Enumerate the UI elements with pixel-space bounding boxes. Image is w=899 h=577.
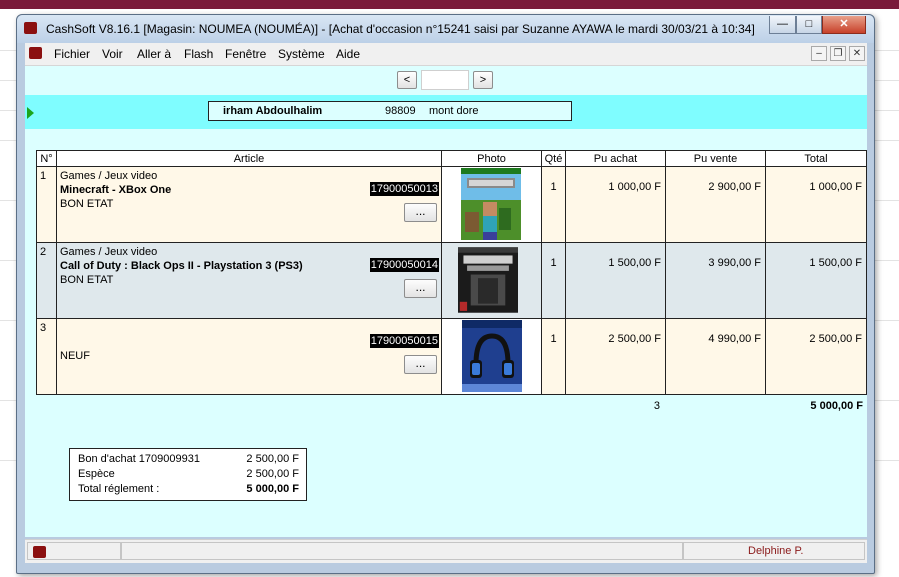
payment-total-value: 5 000,00 F [246,483,299,495]
payment-value: 2 500,00 F [246,453,299,465]
header-pu-achat[interactable]: Pu achat [565,150,666,167]
background-app-band [0,0,899,9]
row-pu-vente: 4 990,00 F [708,333,761,345]
status-user-cell: Delphine P. [683,542,865,560]
row-index: 1 [40,170,47,182]
menu-aller-a[interactable]: Aller à [137,47,171,61]
menu-voir[interactable]: Voir [102,47,123,61]
customer-box[interactable]: irham Abdoulhalim 98809 mont dore [208,101,572,121]
next-record-button[interactable]: > [473,71,493,89]
row-pu-achat: 2 500,00 F [608,333,661,345]
app-logo-icon[interactable] [24,22,37,34]
row-title: Minecraft - XBox One [60,184,172,196]
row-condition: NEUF [60,350,90,362]
menu-fichier[interactable]: Fichier [54,47,90,61]
row-details-button[interactable]: ... [404,203,437,222]
table-row[interactable]: 2 Games / Jeux video Call of Duty : Blac… [36,242,867,319]
payment-summary: Bon d'achat 1709009931 2 500,00 F Espèce… [69,448,307,501]
customer-city: mont dore [429,105,479,117]
grand-total: 5 000,00 F [810,400,863,412]
mdi-minimize-button[interactable]: – [811,46,827,61]
payment-label: Espèce [78,468,115,480]
menu-aide[interactable]: Aide [336,47,360,61]
customer-name: irham Abdoulhalim [223,105,323,117]
status-bar: Delphine P. [25,539,867,563]
customer-postcode: 98809 [385,105,416,117]
row-total: 1 000,00 F [809,181,862,193]
row-condition: BON ETAT [60,274,114,286]
mdi-document-icon[interactable] [29,47,42,59]
payment-total-label: Total réglement : [78,483,160,495]
row-qty: 1 [550,333,557,345]
row-qty: 1 [550,257,557,269]
payment-label: Bon d'achat 1709009931 [78,453,200,465]
purchase-form: < > irham Abdoulhalim 98809 mont dore N°… [25,66,867,537]
row-condition: BON ETAT [60,198,114,210]
row-index: 3 [40,322,47,334]
status-user: Delphine P. [748,545,804,557]
row-pu-achat: 1 000,00 F [608,181,661,193]
headset-box[interactable] [462,320,522,392]
menu-fenetre[interactable]: Fenêtre [225,47,266,61]
row-pu-achat: 1 500,00 F [608,257,661,269]
minecraft-cover[interactable] [461,168,521,240]
title-bar[interactable]: CashSoft V8.16.1 [Magasin: NOUMEA (NOUMÉ… [17,15,874,43]
previous-record-button[interactable]: < [397,71,417,89]
row-index: 2 [40,246,47,258]
close-button[interactable]: ✕ [822,16,866,34]
header-index[interactable]: N° [36,150,57,167]
row-total: 2 500,00 F [809,333,862,345]
green-arrow-icon [27,107,34,119]
row-barcode[interactable]: 17900050014 [369,258,439,272]
status-logo-icon [33,546,46,558]
status-message-cell [121,542,683,560]
row-barcode[interactable]: 17900050015 [369,334,439,348]
row-details-button[interactable]: ... [404,355,437,374]
header-qty[interactable]: Qté [541,150,566,167]
record-number-field[interactable] [421,70,469,90]
row-category: Games / Jeux video [60,170,158,182]
items-table: N° Article Photo Qté Pu achat Pu vente T… [36,150,867,395]
black-ops-cover[interactable] [458,244,518,316]
table-row[interactable]: 1 Games / Jeux video Minecraft - XBox On… [36,166,867,243]
row-pu-vente: 3 990,00 F [708,257,761,269]
row-details-button[interactable]: ... [404,279,437,298]
row-category: Games / Jeux video [60,246,158,258]
row-pu-vente: 2 900,00 F [708,181,761,193]
header-article[interactable]: Article [56,150,442,167]
row-qty: 1 [550,181,557,193]
minimize-button[interactable]: — [769,16,796,34]
header-total[interactable]: Total [765,150,867,167]
window-title: CashSoft V8.16.1 [Magasin: NOUMEA (NOUMÉ… [46,22,755,36]
status-logo-cell [27,542,121,560]
row-barcode[interactable]: 17900050013 [369,182,439,196]
row-total: 1 500,00 F [809,257,862,269]
menu-bar: Fichier Voir Aller à Flash Fenêtre Systè… [25,43,867,66]
header-photo[interactable]: Photo [441,150,542,167]
maximize-button[interactable]: □ [796,16,822,34]
payment-value: 2 500,00 F [246,468,299,480]
mdi-close-button[interactable]: ✕ [849,46,865,61]
menu-systeme[interactable]: Système [278,47,325,61]
main-window: CashSoft V8.16.1 [Magasin: NOUMEA (NOUMÉ… [16,14,875,574]
header-pu-vente[interactable]: Pu vente [665,150,766,167]
mdi-restore-button[interactable]: ❐ [830,46,846,61]
table-row[interactable]: 3 NEUF 17900050015 ... 1 2 500,00 F 4 99… [36,318,867,395]
menu-flash[interactable]: Flash [184,47,213,61]
total-quantity: 3 [653,400,660,412]
row-title: Call of Duty : Black Ops II - Playstatio… [60,260,303,272]
customer-band: irham Abdoulhalim 98809 mont dore [25,95,867,129]
